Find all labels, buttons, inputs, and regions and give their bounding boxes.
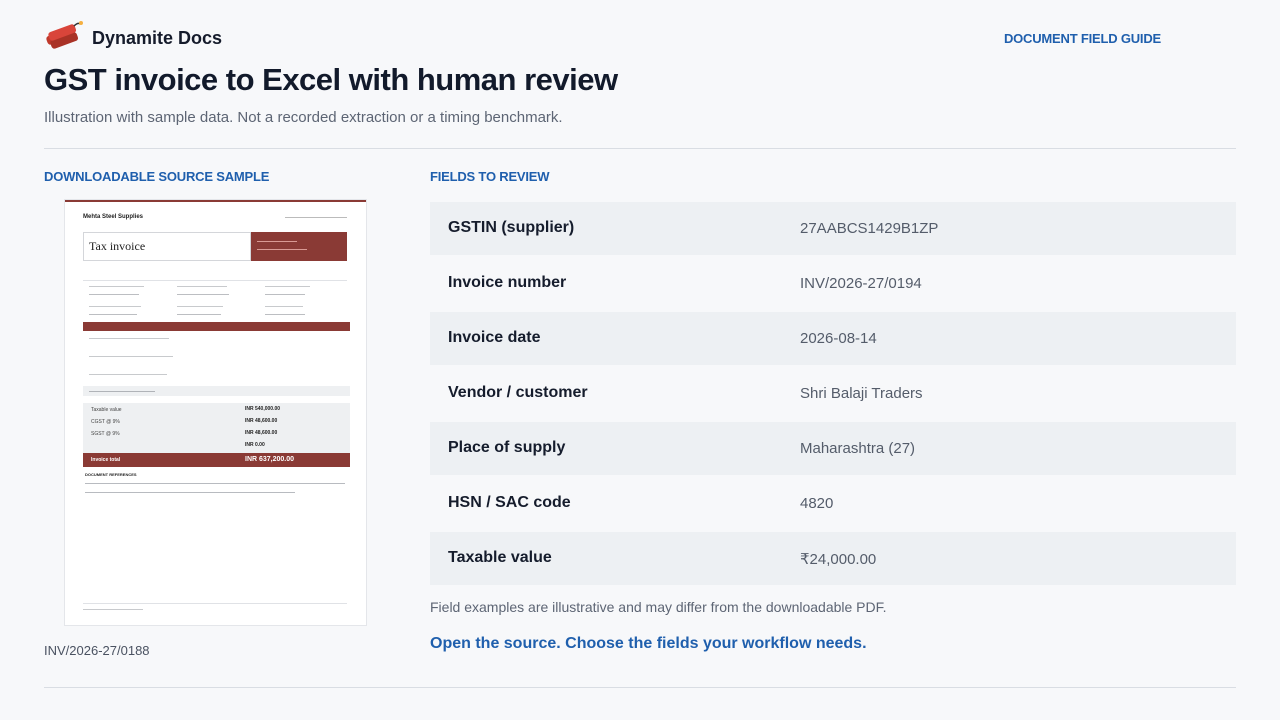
- thumb-badge-line: [257, 241, 297, 242]
- field-value: 2026-08-14: [800, 330, 877, 347]
- thumb-meta-line: [89, 294, 139, 295]
- thumb-total-value: INR 637,200.00: [245, 456, 295, 463]
- thumb-totals-box: [83, 403, 350, 453]
- thumb-item-line: [89, 374, 167, 375]
- thumb-meta-line: [265, 294, 305, 295]
- thumb-supplier: Mehta Steel Supplies: [83, 214, 144, 220]
- thumb-header-meta: [285, 217, 347, 218]
- field-value: ₹24,000.00: [800, 551, 877, 568]
- field-value: Maharashtra (27): [800, 440, 916, 457]
- thumb-doc-title: Tax invoice: [89, 239, 146, 253]
- thumb-other-value: INR 0.00: [245, 442, 265, 448]
- field-label: Invoice date: [448, 329, 541, 346]
- thumb-meta-line: [89, 314, 137, 315]
- thumb-subtotal-value: INR 540,000.00: [245, 406, 281, 412]
- thumb-meta-line: [89, 306, 141, 307]
- thumb-meta-line: [177, 294, 229, 295]
- thumb-notes-label: DOCUMENT REFERENCES: [85, 472, 137, 477]
- field-row-place-of-supply: Place of supply Maharashtra (27): [430, 422, 1236, 475]
- source-section-label: DOWNLOADABLE SOURCE SAMPLE: [44, 169, 270, 184]
- field-value: 27AABCS1429B1ZP: [800, 220, 939, 237]
- thumb-invoice-badge: [251, 232, 347, 261]
- thumb-divider: [83, 280, 347, 281]
- field-row-invoice-date: Invoice date 2026-08-14: [430, 312, 1236, 365]
- thumb-total-label: Invoice total: [91, 457, 121, 463]
- fields-section-label: FIELDS TO REVIEW: [430, 169, 550, 184]
- field-label: Place of supply: [448, 439, 566, 456]
- page-title: GST invoice to Excel with human review: [44, 62, 618, 97]
- thumb-badge-line: [257, 249, 307, 250]
- thumb-cgst-value: INR 48,600.00: [245, 418, 278, 424]
- field-value: 4820: [800, 495, 834, 512]
- thumb-meta-line: [89, 286, 144, 287]
- top-divider: [44, 148, 1236, 149]
- thumb-item-line: [89, 391, 155, 392]
- page-subtitle: Illustration with sample data. Not a rec…: [44, 109, 563, 126]
- thumb-table-header: [83, 322, 350, 331]
- field-row-vendor: Vendor / customer Shri Balaji Traders: [430, 367, 1236, 420]
- thumb-sgst-value: INR 48,600.00: [245, 430, 278, 436]
- field-label: Vendor / customer: [448, 384, 588, 401]
- thumb-subtotal-label: Taxable value: [91, 407, 122, 413]
- dynamite-icon[interactable]: [44, 20, 84, 50]
- field-row-invoice-number: Invoice number INV/2026-27/0194: [430, 257, 1236, 310]
- invoice-thumbnail[interactable]: Mehta Steel Supplies Tax invoice Taxable…: [65, 200, 366, 625]
- fields-note: Field examples are illustrative and may …: [430, 599, 887, 615]
- document-field-guide-link[interactable]: DOCUMENT FIELD GUIDE: [1004, 31, 1161, 46]
- thumb-meta-line: [265, 306, 303, 307]
- field-label: GSTIN (supplier): [448, 219, 575, 236]
- source-caption: INV/2026-27/0188: [44, 643, 150, 658]
- thumb-meta-line: [177, 314, 221, 315]
- site-header: Dynamite Docs DOCUMENT FIELD GUIDE: [44, 20, 1236, 56]
- field-label: Invoice number: [448, 274, 567, 291]
- brand-name[interactable]: Dynamite Docs: [92, 28, 222, 49]
- thumb-total-bar: [83, 453, 350, 467]
- bottom-divider: [44, 687, 1236, 688]
- field-row-taxable-value: Taxable value ₹24,000.00: [430, 532, 1236, 585]
- thumb-meta-line: [177, 306, 223, 307]
- field-label: Taxable value: [448, 549, 552, 566]
- field-row-gstin: GSTIN (supplier) 27AABCS1429B1ZP: [430, 202, 1236, 255]
- field-value: INV/2026-27/0194: [800, 275, 922, 292]
- field-label: HSN / SAC code: [448, 494, 571, 511]
- thumb-notes-line: [85, 492, 295, 493]
- fields-table: GSTIN (supplier) 27AABCS1429B1ZP Invoice…: [430, 202, 1236, 587]
- thumb-notes-line: [85, 483, 345, 484]
- thumb-cgst-label: CGST @ 9%: [91, 419, 120, 425]
- thumb-item-line: [89, 356, 173, 357]
- field-value: Shri Balaji Traders: [800, 385, 923, 402]
- thumb-meta-line: [265, 286, 310, 287]
- thumb-meta-line: [177, 286, 227, 287]
- thumb-item-line: [89, 338, 169, 339]
- thumb-footer-line: [83, 609, 143, 610]
- thumb-meta-line: [265, 314, 305, 315]
- open-source-cta-link[interactable]: Open the source. Choose the fields your …: [430, 635, 867, 653]
- thumb-footer-divider: [83, 603, 347, 604]
- field-row-hsn: HSN / SAC code 4820: [430, 477, 1236, 530]
- thumb-sgst-label: SGST @ 9%: [91, 431, 120, 437]
